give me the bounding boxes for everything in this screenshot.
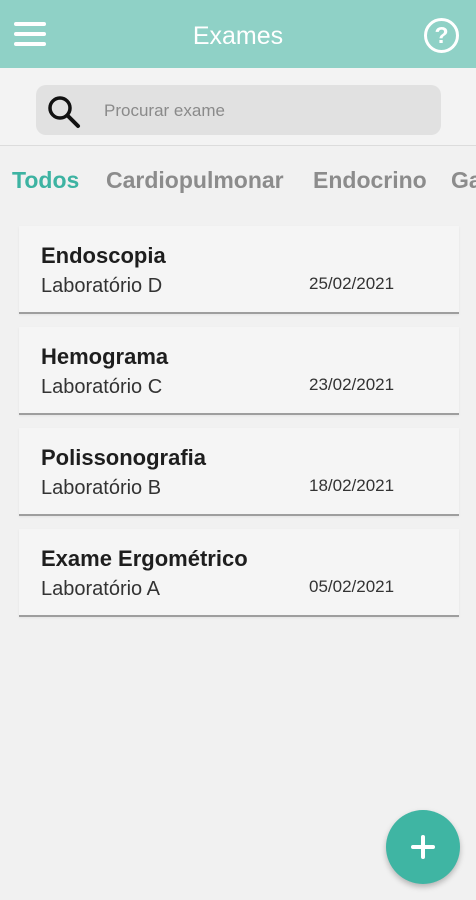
help-circle-icon[interactable]: ? — [424, 18, 459, 53]
exam-card[interactable]: Endoscopia Laboratório D 25/02/2021 — [19, 226, 459, 314]
tab-ga[interactable]: Ga — [451, 167, 476, 194]
exam-card[interactable]: Exame Ergométrico Laboratório A 05/02/20… — [19, 529, 459, 617]
exam-card[interactable]: Polissonografia Laboratório B 18/02/2021 — [19, 428, 459, 516]
add-exam-button[interactable] — [386, 810, 460, 884]
search-icon — [48, 96, 80, 128]
exam-lab: Laboratório D — [41, 275, 163, 297]
exam-date: 23/02/2021 — [309, 375, 395, 394]
exam-date: 18/02/2021 — [309, 476, 395, 495]
category-tabs: Todos Cardiopulmonar Endocrino Ga — [0, 146, 476, 210]
exam-date: 05/02/2021 — [309, 577, 395, 596]
exam-name: Polissonografia — [41, 445, 207, 470]
exam-lab: Laboratório C — [41, 376, 163, 398]
search-input[interactable]: Procurar exame — [36, 85, 441, 135]
exam-name: Endoscopia — [41, 243, 166, 268]
exam-card[interactable]: Hemograma Laboratório C 23/02/2021 — [19, 327, 459, 415]
search-area: Procurar exame — [0, 68, 476, 146]
exam-name: Exame Ergométrico — [41, 546, 248, 571]
exam-lab: Laboratório A — [41, 578, 160, 600]
app-bar: Exames ? — [0, 0, 476, 68]
tab-endocrino[interactable]: Endocrino — [313, 167, 427, 194]
tab-todos[interactable]: Todos — [12, 167, 79, 194]
page-title: Exames — [192, 22, 284, 50]
tab-cardiopulmonar[interactable]: Cardiopulmonar — [106, 167, 284, 194]
exam-lab: Laboratório B — [41, 477, 162, 499]
search-placeholder: Procurar exame — [104, 101, 225, 120]
exam-date: 25/02/2021 — [309, 274, 395, 293]
exam-name: Hemograma — [41, 344, 169, 369]
